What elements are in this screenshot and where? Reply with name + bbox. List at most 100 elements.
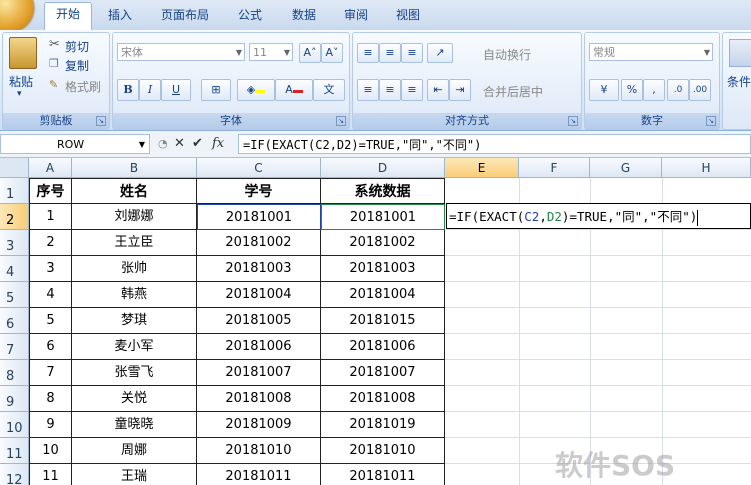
office-button[interactable] [0, 0, 34, 32]
copy-icon[interactable]: ❐ [49, 57, 59, 70]
tab-view[interactable]: 视图 [386, 4, 430, 26]
row-header-3[interactable]: 3 [0, 230, 29, 256]
cell-b12[interactable]: 王瑞 [72, 464, 197, 485]
row-header-11[interactable]: 11 [0, 438, 29, 464]
comma-button[interactable]: , [643, 79, 665, 101]
align-right-icon[interactable]: ≡ [401, 79, 423, 101]
cell-a8[interactable]: 7 [29, 360, 72, 386]
cell-d5[interactable]: 20181004 [321, 282, 445, 308]
conditional-format-icon[interactable] [729, 39, 751, 67]
cell-c4[interactable]: 20181003 [197, 256, 321, 282]
align-left-icon[interactable]: ≡ [357, 79, 379, 101]
cell-a10[interactable]: 9 [29, 412, 72, 438]
cell-b3[interactable]: 王立臣 [72, 230, 197, 256]
cell-c1[interactable]: 学号 [197, 178, 321, 204]
bold-button[interactable]: B [117, 79, 139, 101]
cell-a4[interactable]: 3 [29, 256, 72, 282]
column-header-g[interactable]: G [590, 158, 662, 178]
row-header-2[interactable]: 2 [0, 204, 29, 230]
cell-d4[interactable]: 20181003 [321, 256, 445, 282]
tab-page-layout[interactable]: 页面布局 [152, 4, 218, 26]
select-all-corner[interactable] [0, 158, 29, 178]
format-painter-icon[interactable]: ✎ [49, 78, 58, 91]
number-launcher-icon[interactable]: ↘ [706, 116, 716, 126]
cell-c3[interactable]: 20181002 [197, 230, 321, 256]
cell-c12[interactable]: 20181011 [197, 464, 321, 485]
cell-d6[interactable]: 20181015 [321, 308, 445, 334]
cell-e2-editor[interactable]: =IF(EXACT(C2,D2)=TRUE,"同","不同") [446, 203, 751, 229]
format-painter-button[interactable]: 格式刷 [65, 78, 101, 95]
underline-button[interactable]: U [161, 79, 191, 101]
column-header-h[interactable]: H [662, 158, 751, 178]
increase-decimal-icon[interactable]: .0 [667, 79, 689, 101]
insert-function-button[interactable]: fx [212, 135, 224, 153]
cell-b1[interactable]: 姓名 [72, 178, 197, 204]
tab-data[interactable]: 数据 [282, 4, 326, 26]
row-header-9[interactable]: 9 [0, 386, 29, 412]
conditional-format-button[interactable]: 条件 [727, 73, 751, 90]
copy-button[interactable]: 复制 [65, 57, 89, 74]
row-header-12[interactable]: 12 [0, 464, 29, 485]
wrap-text-button[interactable]: 自动换行 [483, 46, 531, 63]
cell-a2[interactable]: 1 [29, 204, 72, 230]
tab-home[interactable]: 开始 [44, 2, 92, 31]
grow-font-icon[interactable]: A˄ [299, 43, 321, 63]
cell-b7[interactable]: 麦小军 [72, 334, 197, 360]
cell-d10[interactable]: 20181019 [321, 412, 445, 438]
cell-d12[interactable]: 20181011 [321, 464, 445, 485]
increase-indent-icon[interactable]: ⇥ [449, 79, 471, 101]
cell-d2[interactable]: 20181001 [321, 204, 445, 230]
cell-d11[interactable]: 20181010 [321, 438, 445, 464]
italic-button[interactable]: I [139, 79, 161, 101]
cell-b8[interactable]: 张雪飞 [72, 360, 197, 386]
alignment-launcher-icon[interactable]: ↘ [568, 116, 578, 126]
cell-c8[interactable]: 20181007 [197, 360, 321, 386]
name-box[interactable]: ROW ▼ [0, 134, 150, 154]
cut-button[interactable]: 剪切 [65, 38, 89, 55]
column-header-e[interactable]: E [445, 158, 519, 178]
merge-center-button[interactable]: 合并后居中 [483, 83, 543, 100]
decrease-indent-icon[interactable]: ⇤ [427, 79, 449, 101]
cell-c2[interactable]: 20181001 [197, 204, 321, 230]
font-name-select[interactable]: 宋体 ▼ [117, 43, 245, 61]
cell-d1[interactable]: 系统数据 [321, 178, 445, 204]
align-middle-icon[interactable]: ≡ [379, 43, 401, 63]
cell-a6[interactable]: 5 [29, 308, 72, 334]
cell-b11[interactable]: 周娜 [72, 438, 197, 464]
cell-c6[interactable]: 20181005 [197, 308, 321, 334]
cell-a1[interactable]: 序号 [29, 178, 72, 204]
cell-b5[interactable]: 韩燕 [72, 282, 197, 308]
phonetic-icon[interactable]: 文 [313, 79, 345, 101]
cell-d9[interactable]: 20181008 [321, 386, 445, 412]
clipboard-launcher-icon[interactable]: ↘ [96, 116, 106, 126]
cell-b4[interactable]: 张帅 [72, 256, 197, 282]
tab-review[interactable]: 审阅 [334, 4, 378, 26]
cell-b6[interactable]: 梦琪 [72, 308, 197, 334]
paste-dropdown-icon[interactable]: ▾ [17, 89, 22, 99]
column-header-c[interactable]: C [197, 158, 321, 178]
font-size-select[interactable]: 11 ▼ [249, 43, 293, 61]
fill-color-icon[interactable]: ◈ [237, 79, 275, 101]
cell-a11[interactable]: 10 [29, 438, 72, 464]
cell-b2[interactable]: 刘娜娜 [72, 204, 197, 230]
row-header-8[interactable]: 8 [0, 360, 29, 386]
align-bottom-icon[interactable]: ≡ [401, 43, 423, 63]
paste-button[interactable]: 粘贴 [9, 73, 33, 90]
cell-a5[interactable]: 4 [29, 282, 72, 308]
shrink-font-icon[interactable]: A˅ [321, 43, 343, 63]
decrease-decimal-icon[interactable]: .00 [689, 79, 711, 101]
cell-c7[interactable]: 20181006 [197, 334, 321, 360]
cell-a3[interactable]: 2 [29, 230, 72, 256]
cell-b10[interactable]: 童晓晓 [72, 412, 197, 438]
cancel-icon[interactable]: ✕ [174, 135, 185, 153]
row-header-5[interactable]: 5 [0, 282, 29, 308]
cell-d3[interactable]: 20181002 [321, 230, 445, 256]
row-header-4[interactable]: 4 [0, 256, 29, 282]
cell-b9[interactable]: 关悦 [72, 386, 197, 412]
cell-c9[interactable]: 20181008 [197, 386, 321, 412]
paste-icon[interactable] [9, 37, 37, 69]
currency-icon[interactable]: ¥ [589, 79, 619, 101]
scissors-icon[interactable]: ✂ [49, 37, 60, 52]
number-format-select[interactable]: 常规 ▼ [589, 43, 713, 61]
font-color-icon[interactable]: A [275, 79, 313, 101]
